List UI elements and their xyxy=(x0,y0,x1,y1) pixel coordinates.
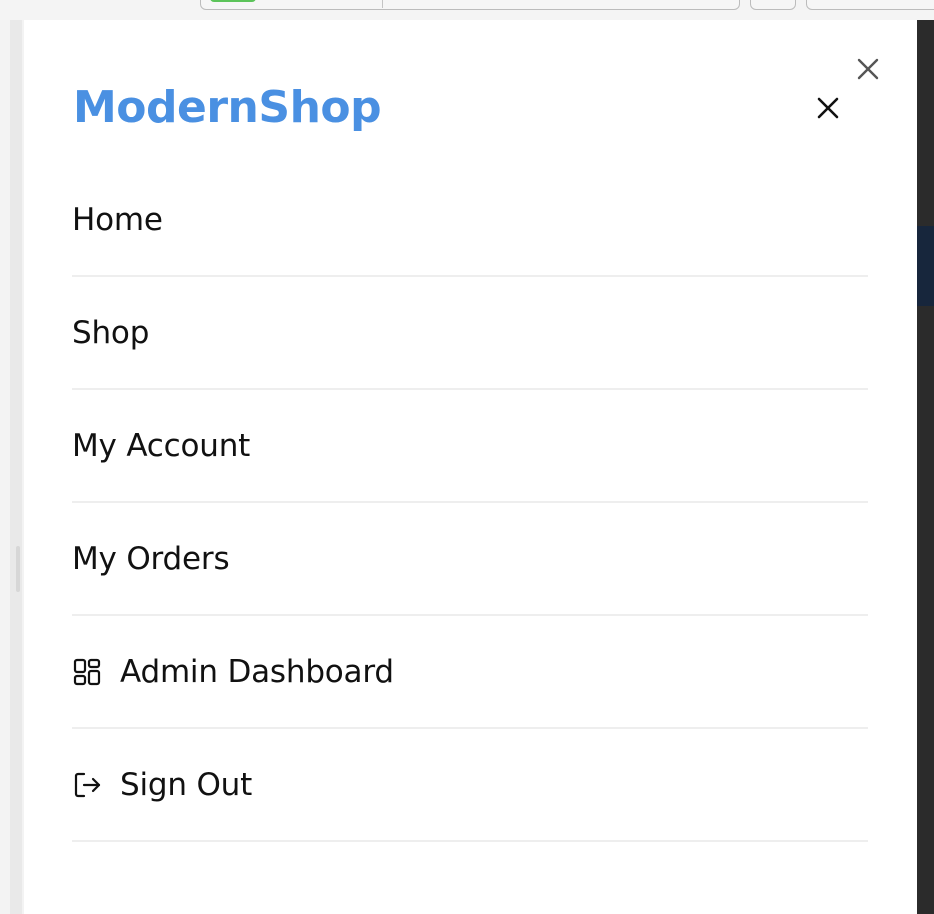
background-page-header-edge xyxy=(917,226,934,306)
toolbar-field[interactable] xyxy=(806,0,934,10)
nav-item-label: Shop xyxy=(72,314,150,351)
left-gutter-track xyxy=(10,20,22,914)
nav-item-label: My Orders xyxy=(72,540,230,577)
dashboard-icon xyxy=(72,656,104,688)
nav-item-admin-dashboard[interactable]: Admin Dashboard xyxy=(72,616,868,729)
nav-item-my-account[interactable]: My Account xyxy=(72,390,868,503)
nav-item-my-orders[interactable]: My Orders xyxy=(72,503,868,616)
brand-logo[interactable]: ModernShop xyxy=(73,80,382,136)
browser-toolbar-strip xyxy=(0,0,934,20)
nav-item-label: My Account xyxy=(72,427,251,464)
toolbar-button[interactable] xyxy=(750,0,796,10)
nav-item-label: Admin Dashboard xyxy=(120,653,394,690)
drawer-nav: Home Shop My Account My Orders Admin Das… xyxy=(72,164,868,842)
nav-item-sign-out[interactable]: Sign Out xyxy=(72,729,868,842)
resize-handle[interactable] xyxy=(16,546,20,592)
address-bar[interactable] xyxy=(200,0,740,10)
close-icon[interactable] xyxy=(855,56,881,82)
secure-badge xyxy=(210,0,256,2)
background-page-edge xyxy=(917,20,934,914)
address-bar-divider xyxy=(382,0,383,8)
sign-out-icon xyxy=(72,769,104,801)
nav-item-home[interactable]: Home xyxy=(72,164,868,277)
nav-item-label: Sign Out xyxy=(120,766,253,803)
close-icon[interactable] xyxy=(815,95,841,121)
nav-item-shop[interactable]: Shop xyxy=(72,277,868,390)
nav-item-label: Home xyxy=(72,201,163,238)
